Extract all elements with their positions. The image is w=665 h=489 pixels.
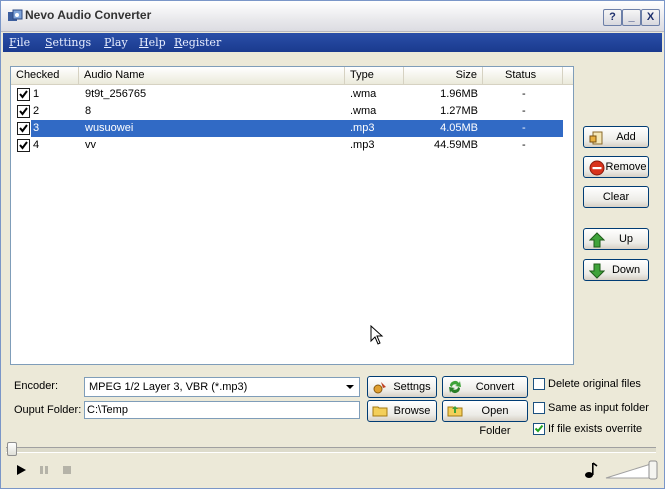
same-as-input-checkbox[interactable] xyxy=(533,402,545,414)
checkmark-icon xyxy=(19,107,28,116)
row-number: 2 xyxy=(33,105,40,117)
column-checked[interactable]: Checked xyxy=(11,67,79,84)
encoder-label: Encoder: xyxy=(14,380,59,392)
arrow-down-icon xyxy=(589,263,605,279)
file-list[interactable]: Checked Audio Name Type Size Status 1 9t… xyxy=(10,66,574,365)
row-size: 1.96MB xyxy=(440,88,478,100)
column-type[interactable]: Type xyxy=(345,67,404,84)
open-folder-icon xyxy=(447,406,463,417)
folder-icon xyxy=(372,406,388,417)
browse-button[interactable]: Browse xyxy=(367,400,437,422)
row-status: - xyxy=(522,139,526,151)
add-button[interactable]: Add xyxy=(583,126,649,148)
row-number: 1 xyxy=(33,88,40,100)
row-number: 4 xyxy=(33,139,40,151)
row-status: - xyxy=(522,122,526,134)
table-row[interactable]: 4 vv .mp3 44.59MB - xyxy=(11,137,563,154)
row-type: .mp3 xyxy=(350,139,375,151)
row-audio-name: 9t9t_256765 xyxy=(85,88,147,100)
seek-track[interactable] xyxy=(6,447,656,453)
checkmark-icon xyxy=(19,90,28,99)
output-folder-value: C:\Temp xyxy=(87,404,128,416)
seek-slider-thumb[interactable] xyxy=(7,442,17,456)
minimize-button[interactable]: _ xyxy=(622,9,641,26)
menu-help[interactable]: Help xyxy=(139,36,166,49)
arrow-up-icon xyxy=(589,232,605,248)
overwrite-label: If file exists overrite xyxy=(548,423,643,435)
stop-icon[interactable] xyxy=(60,463,74,477)
menu-play[interactable]: Play xyxy=(104,36,128,49)
remove-icon xyxy=(589,160,605,176)
table-row[interactable]: 1 9t9t_256765 .wma 1.96MB - xyxy=(11,86,563,103)
delete-original-label: Delete original files xyxy=(548,378,641,390)
menu-settings[interactable]: Settings xyxy=(45,36,91,49)
checkmark-icon xyxy=(19,141,28,150)
menu-file[interactable]: File xyxy=(9,36,30,49)
output-folder-input[interactable]: C:\Temp xyxy=(84,401,360,419)
chevron-down-icon[interactable] xyxy=(342,379,358,395)
row-type: .wma xyxy=(350,88,377,100)
row-audio-name: wusuowei xyxy=(85,122,134,134)
settings-button[interactable]: Settngs xyxy=(367,376,437,398)
menu-bar: File Settings Play Help Register xyxy=(3,33,662,52)
row-status: - xyxy=(522,105,526,117)
encoder-select[interactable]: MPEG 1/2 Layer 3, VBR (*.mp3) xyxy=(84,377,360,397)
help-button[interactable]: ? xyxy=(603,9,622,26)
row-size: 1.27MB xyxy=(440,105,478,117)
row-type: .mp3 xyxy=(350,122,375,134)
row-checkbox[interactable] xyxy=(17,122,30,135)
overwrite-checkbox[interactable] xyxy=(533,423,545,435)
app-icon xyxy=(8,9,23,21)
encoder-value: MPEG 1/2 Layer 3, VBR (*.mp3) xyxy=(89,381,248,393)
clear-button[interactable]: Clear xyxy=(583,186,649,208)
column-size[interactable]: Size xyxy=(404,67,483,84)
output-folder-label: Ouput Folder: xyxy=(14,404,82,416)
down-button[interactable]: Down xyxy=(583,259,649,281)
table-row-selected[interactable]: 3 wusuowei .mp3 4.05MB - xyxy=(11,120,563,137)
row-number: 3 xyxy=(33,122,40,134)
row-checkbox[interactable] xyxy=(17,105,30,118)
play-icon[interactable] xyxy=(14,463,28,477)
add-file-icon xyxy=(589,131,603,145)
row-size: 44.59MB xyxy=(433,139,478,151)
row-type: .wma xyxy=(350,105,377,117)
music-note-icon xyxy=(585,462,598,478)
window-title: Nevo Audio Converter xyxy=(25,8,152,22)
row-size: 4.05MB xyxy=(440,122,478,134)
same-as-input-label: Same as input folder xyxy=(548,402,649,414)
row-checkbox[interactable] xyxy=(17,88,30,101)
row-checkbox[interactable] xyxy=(17,139,30,152)
delete-original-checkbox[interactable] xyxy=(533,378,545,390)
convert-icon xyxy=(449,381,461,393)
remove-button[interactable]: Remove xyxy=(583,156,649,178)
close-button[interactable]: X xyxy=(641,9,660,26)
main-window: Nevo Audio Converter ? _ X File Settings… xyxy=(0,0,665,489)
menu-register[interactable]: Register xyxy=(174,36,221,49)
volume-slider[interactable] xyxy=(604,459,658,481)
pause-icon[interactable] xyxy=(37,463,51,477)
column-status[interactable]: Status xyxy=(483,67,563,84)
row-audio-name: 8 xyxy=(85,105,92,117)
list-header: Checked Audio Name Type Size Status xyxy=(11,67,573,85)
open-folder-button[interactable]: Open Folder xyxy=(442,400,528,437)
column-audio-name[interactable]: Audio Name xyxy=(79,67,345,84)
convert-button[interactable]: Convert xyxy=(442,376,528,398)
table-row[interactable]: 2 8 .wma 1.27MB - xyxy=(11,103,563,120)
mouse-cursor-icon xyxy=(370,325,384,345)
title-bar: Nevo Audio Converter ? _ X xyxy=(1,1,664,32)
checkmark-icon xyxy=(534,424,544,433)
settings-icon xyxy=(373,382,386,394)
row-audio-name: vv xyxy=(85,139,96,151)
checkmark-icon xyxy=(19,124,28,133)
up-button[interactable]: Up xyxy=(583,228,649,250)
row-status: - xyxy=(522,88,526,100)
